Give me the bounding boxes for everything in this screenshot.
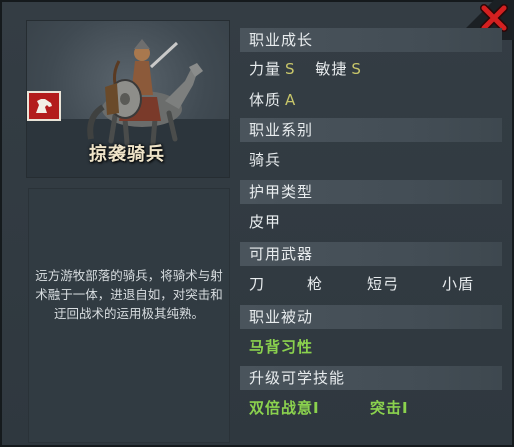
weapons-header: 可用武器 [240,242,502,266]
weapons-list: 刀 枪 短弓 小盾 [249,273,509,295]
agility-grade: S [351,60,362,78]
constitution-grade: A [285,91,297,109]
unit-description: 远方游牧部落的骑兵，将骑术与射术融于一体，进退自如，对突击和迂回战术的运用极其纯… [35,268,223,321]
weapon-item: 小盾 [442,275,475,293]
strength-grade: S [285,60,296,78]
passive-header: 职业被动 [240,305,502,329]
constitution-label: 体质 [249,91,282,109]
class-badge [27,91,61,121]
skills-header: 升级可学技能 [240,366,502,390]
armor-type-header: 护甲类型 [240,180,502,204]
class-type-value: 骑兵 [249,151,282,169]
class-type-header: 职业系别 [240,118,502,142]
weapon-item: 刀 [249,275,266,293]
skill-item[interactable]: 突击Ⅰ [370,397,409,419]
agility-label: 敏捷 [315,60,348,78]
unit-name: 掠袭骑兵 [89,144,165,165]
passive-skill[interactable]: 马背习性 [249,336,313,358]
strength-label: 力量 [249,60,282,78]
weapon-item: 枪 [307,275,324,293]
skill-item[interactable]: 双倍战意Ⅰ [249,397,320,419]
weapon-item: 短弓 [367,275,400,293]
armor-type-value: 皮甲 [249,213,282,231]
growth-header: 职业成长 [240,28,502,52]
horse-head-icon [36,99,52,113]
stat-row-1: 力量 S 敏捷 S [249,58,362,80]
stat-row-2: 体质 A [249,89,296,111]
